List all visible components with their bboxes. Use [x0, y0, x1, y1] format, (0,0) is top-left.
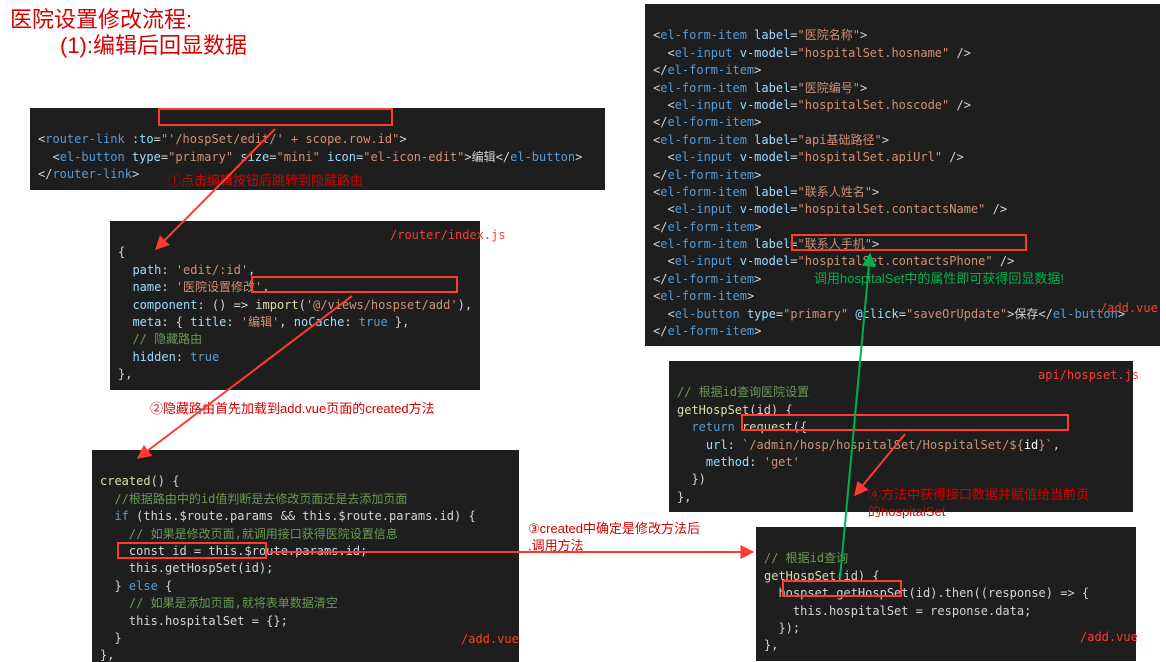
code-method: // 根据id查询 getHospSet(id) { hospset.getHo…	[756, 527, 1136, 661]
annotation-1: ①点击编辑按钮后跳转到隐藏路由	[168, 172, 363, 191]
code-form: <el-form-item label="医院名称"> <el-input v-…	[645, 4, 1160, 346]
file-label-addvue3: /add.vue	[1100, 300, 1158, 317]
annotation-4b: 的hospitalSet	[868, 503, 945, 522]
file-label-api: api/hospset.js	[1038, 367, 1139, 384]
code-routerindex: { path: 'edit/:id', name: '医院设置修改', comp…	[110, 221, 480, 390]
file-label-addvue2: /add.vue	[1080, 629, 1138, 646]
file-label-addvue1: /add.vue	[461, 631, 519, 648]
annotation-green: 调用hospitalSet中的属性即可获得回显数据!	[814, 270, 1064, 289]
code-created: created() { //根据路由中的id值判断是去修改页面还是去添加页面 i…	[92, 450, 519, 662]
file-label-router: /router/index.js	[390, 227, 506, 244]
page-title-line2: (1):编辑后回显数据	[60, 30, 247, 62]
annotation-3b: ,调用方法	[528, 537, 584, 556]
annotation-2: ②隐藏路由首先加载到add.vue页面的created方法	[150, 400, 435, 419]
